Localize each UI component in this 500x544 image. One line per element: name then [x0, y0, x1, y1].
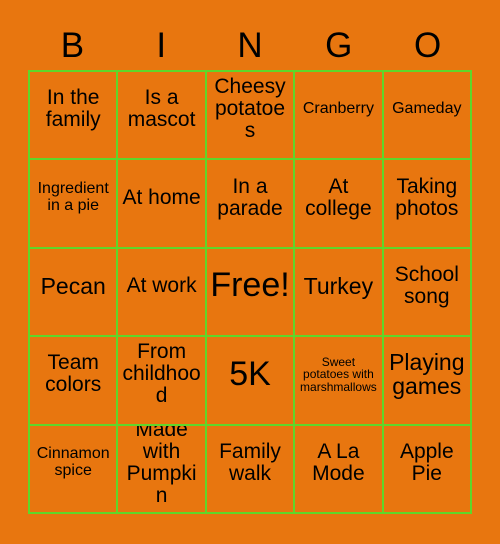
bingo-cell[interactable]: At work	[118, 248, 207, 338]
bingo-cell[interactable]: Cranberry	[295, 72, 384, 161]
bingo-cell[interactable]: Taking photos	[383, 160, 472, 249]
bingo-cell[interactable]: Playing games	[383, 337, 472, 426]
bingo-cell[interactable]: Cinnamon spice	[30, 425, 119, 514]
bingo-cell[interactable]: At home	[118, 160, 207, 249]
bingo-cell-label: Cranberry	[302, 99, 374, 117]
bingo-cell-label: Team colors	[45, 351, 102, 397]
bingo-cell[interactable]: Team colors	[30, 337, 119, 426]
bingo-cell[interactable]: In the family	[30, 72, 119, 161]
bingo-cell-label: Apple Pie	[399, 439, 454, 485]
bingo-cell[interactable]: Turkey	[295, 248, 384, 338]
bingo-cell-label: School song	[394, 262, 459, 308]
bingo-cell-label: At work	[126, 273, 197, 297]
bingo-cell[interactable]: Sweet potatoes with marshmallows	[295, 337, 384, 426]
bingo-cell[interactable]: In a parade	[206, 160, 296, 249]
bingo-cell[interactable]: Pecan	[30, 248, 119, 338]
bingo-cell-label: 5K	[229, 354, 271, 393]
bingo-header: B I N G O	[28, 22, 472, 68]
bingo-cell[interactable]: Is a mascot	[118, 72, 207, 161]
bingo-cell-label: From childhood	[122, 340, 201, 408]
bingo-cell-label: Cinnamon spice	[36, 445, 110, 479]
bingo-header-letter-o: O	[413, 25, 442, 65]
bingo-grid: In the family Is a mascot Cheesy potatoe…	[28, 70, 472, 514]
bingo-cell[interactable]: 5K	[206, 337, 296, 426]
bingo-card: B I N G O In the family Is a mascot Chee…	[0, 0, 500, 544]
bingo-cell-label: Ingredient in a pie	[37, 179, 109, 214]
bingo-cell-label: Sweet potatoes with marshmallows	[300, 354, 377, 394]
bingo-cell-label: Taking photos	[395, 174, 459, 220]
bingo-cell-label: At college	[305, 174, 372, 220]
bingo-cell-label: Turkey	[303, 272, 374, 299]
bingo-cell-label: Family walk	[219, 439, 281, 485]
bingo-header-letter-n: N	[237, 25, 263, 65]
bingo-cell[interactable]: A La Mode	[295, 425, 384, 514]
bingo-header-letter-b: B	[60, 25, 85, 65]
bingo-cell[interactable]: Gameday	[383, 72, 472, 161]
bingo-header-letter-g: G	[325, 25, 353, 65]
bingo-cell-label: Is a mascot	[127, 86, 196, 132]
bingo-cell-free[interactable]: Free!	[206, 248, 296, 338]
bingo-cell[interactable]: Apple Pie	[383, 425, 472, 514]
bingo-cell[interactable]: Family walk	[206, 425, 296, 514]
bingo-cell-label: Cheesy potatoes	[214, 75, 286, 143]
bingo-header-letter-i: I	[156, 25, 167, 65]
bingo-cell-label: In a parade	[217, 174, 283, 220]
bingo-cell-label: A La Mode	[312, 439, 365, 485]
bingo-cell-label: Playing games	[389, 349, 465, 400]
bingo-cell[interactable]: Ingredient in a pie	[30, 160, 119, 249]
bingo-cell[interactable]: At college	[295, 160, 384, 249]
bingo-cell-label: Made with Pumpkin	[126, 425, 197, 507]
bingo-cell-label: Gameday	[392, 99, 462, 117]
bingo-cell[interactable]: Made with Pumpkin	[118, 425, 207, 514]
bingo-cell-label: Free!	[210, 266, 290, 305]
bingo-cell[interactable]: Cheesy potatoes	[206, 72, 296, 161]
bingo-cell[interactable]: From childhood	[118, 337, 207, 426]
bingo-cell-label: Pecan	[40, 272, 106, 299]
bingo-cell-label: At home	[122, 185, 201, 209]
bingo-cell-label: In the family	[45, 86, 101, 132]
bingo-cell[interactable]: School song	[383, 248, 472, 338]
